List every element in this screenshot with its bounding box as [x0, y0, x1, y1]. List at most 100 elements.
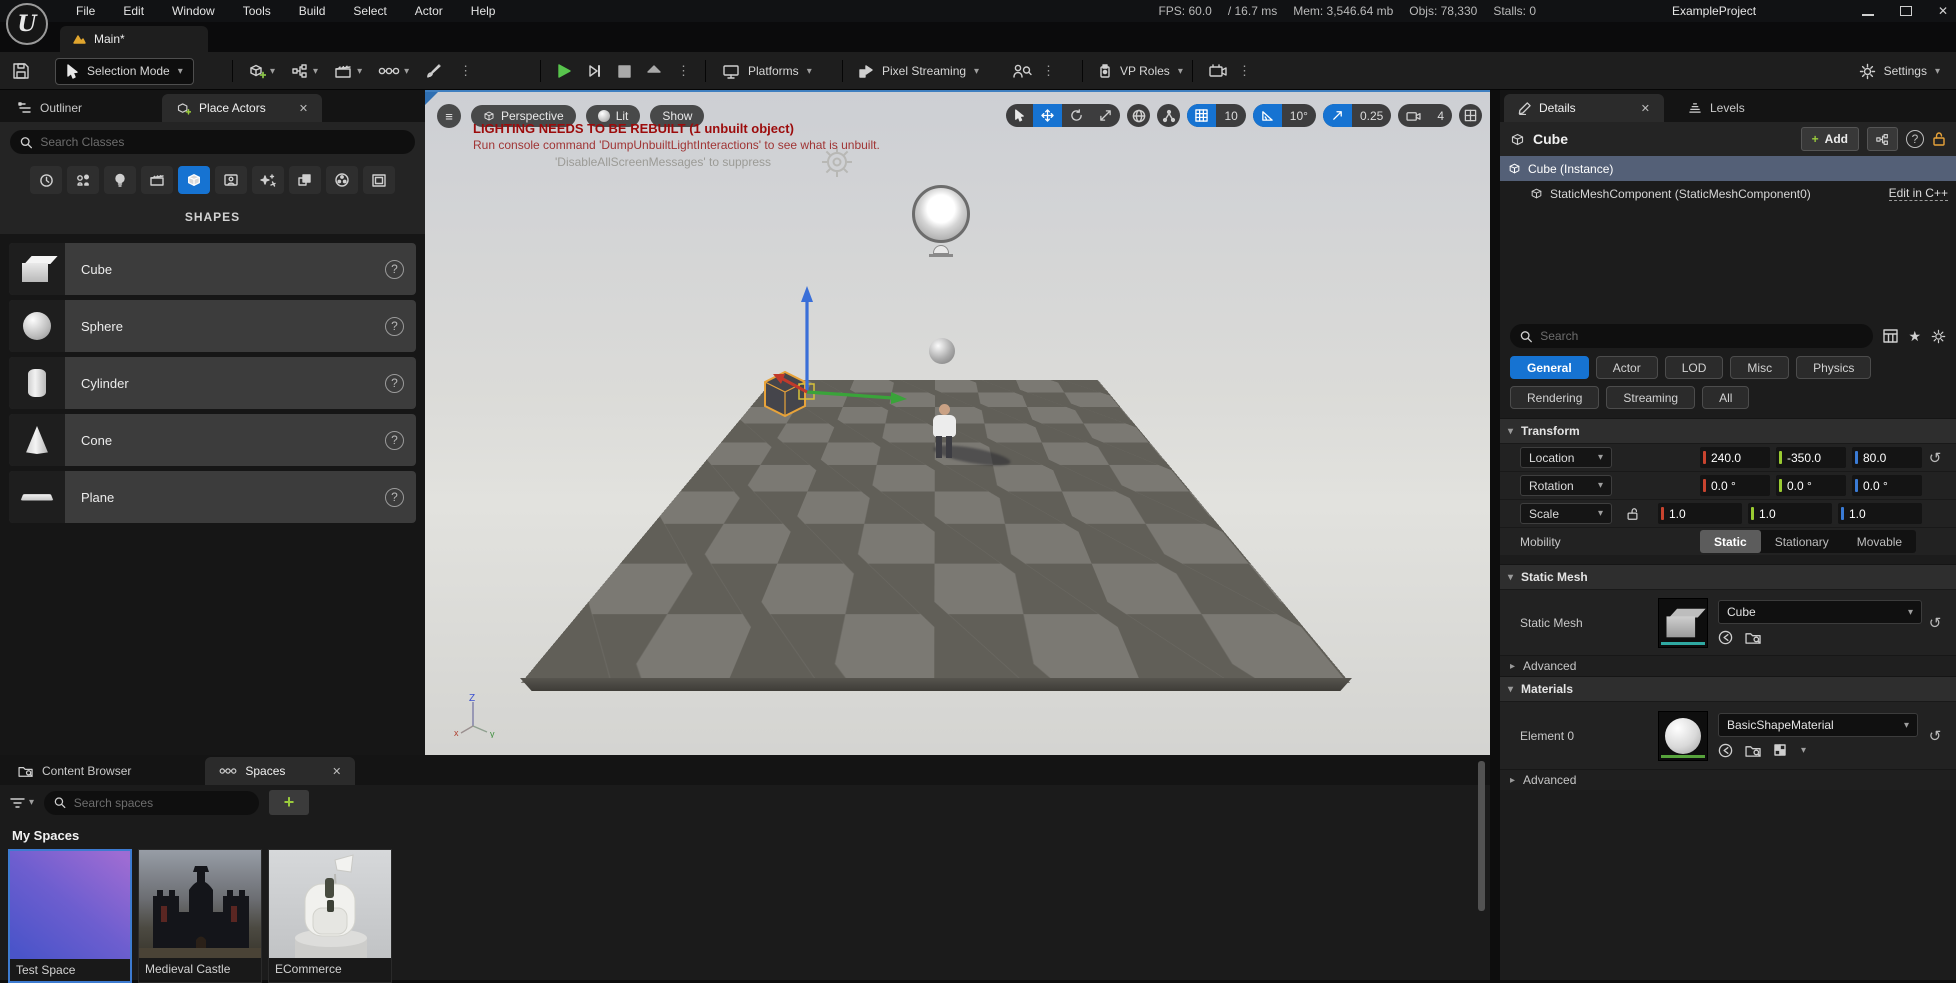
category-basic[interactable]	[67, 166, 99, 194]
static-mesh-asset-dropdown[interactable]: Cube ▾	[1718, 600, 1922, 624]
maximize-viewport-button[interactable]	[1459, 104, 1482, 127]
add-component-button[interactable]: + Add	[1801, 127, 1859, 151]
stop-button[interactable]	[618, 65, 631, 78]
static-mesh-advanced-row[interactable]: ▸ Advanced	[1500, 655, 1956, 676]
scale-dropdown[interactable]: Scale ▾	[1520, 503, 1612, 524]
scale-x-field[interactable]: 1.0	[1658, 503, 1742, 524]
filter-rendering[interactable]: Rendering	[1510, 386, 1599, 409]
close-icon[interactable]: ✕	[299, 102, 308, 115]
help-icon[interactable]: ?	[1906, 130, 1924, 148]
close-icon[interactable]: ✕	[1938, 4, 1948, 18]
close-icon[interactable]: ✕	[1641, 102, 1650, 115]
selected-cube-actor[interactable]	[735, 274, 935, 434]
settings-dropdown[interactable]: Settings ▾	[1859, 52, 1940, 90]
scale-z-field[interactable]: 1.0	[1838, 503, 1922, 524]
filter-physics[interactable]: Physics	[1796, 356, 1871, 379]
details-search-input[interactable]	[1540, 329, 1863, 343]
category-cinematic[interactable]	[141, 166, 173, 194]
list-item-cone[interactable]: Cone ?	[9, 414, 416, 466]
scale-lock-icon[interactable]	[1626, 507, 1639, 521]
help-icon[interactable]: ?	[385, 431, 404, 450]
filter-dropdown[interactable]: ▾	[10, 797, 34, 809]
blueprints-button[interactable]: ▾	[291, 63, 318, 79]
search-spaces-input[interactable]	[74, 796, 249, 810]
scale-snap-toggle[interactable]	[1323, 104, 1352, 127]
restore-icon[interactable]	[1900, 6, 1912, 16]
reset-static-mesh-icon[interactable]: ↺	[1922, 614, 1948, 632]
platforms-dropdown[interactable]: Platforms ▾	[722, 52, 812, 90]
add-actor-button[interactable]: ▾	[248, 62, 275, 80]
menu-edit[interactable]: Edit	[111, 1, 156, 21]
material-options-icon[interactable]	[1774, 744, 1789, 757]
materials-advanced-row[interactable]: ▸ Advanced	[1500, 769, 1956, 790]
menu-tools[interactable]: Tools	[231, 1, 283, 21]
collaboration-icon[interactable]	[1012, 63, 1032, 79]
category-lights[interactable]	[104, 166, 136, 194]
category-all-classes[interactable]	[363, 166, 395, 194]
vp-roles-dropdown[interactable]: VP Roles ▾	[1098, 52, 1183, 90]
category-volumes[interactable]	[326, 166, 358, 194]
list-item-sphere[interactable]: Sphere ?	[9, 300, 416, 352]
player-mannequin[interactable]	[925, 404, 975, 468]
menu-help[interactable]: Help	[459, 1, 508, 21]
paint-mode-button[interactable]	[425, 63, 443, 79]
search-spaces-field[interactable]	[44, 791, 259, 815]
tab-spaces[interactable]: Spaces ✕	[205, 757, 355, 785]
location-x-field[interactable]: 240.0	[1700, 447, 1770, 468]
material-thumbnail[interactable]	[1658, 711, 1708, 761]
category-shapes[interactable]	[178, 166, 210, 194]
list-item-plane[interactable]: Plane ?	[9, 471, 416, 523]
use-selected-icon[interactable]	[1718, 743, 1733, 758]
search-classes-field[interactable]	[10, 130, 415, 154]
mobility-static[interactable]: Static	[1700, 530, 1761, 553]
cinematics-button[interactable]: ▾	[334, 63, 362, 79]
static-mesh-thumbnail[interactable]	[1658, 598, 1708, 648]
transform-section-header[interactable]: ▾ Transform	[1500, 418, 1956, 443]
filter-actor[interactable]: Actor	[1596, 356, 1658, 379]
level-viewport[interactable]: ≡ Perspective Lit Show LIGHTING NEEDS TO…	[425, 90, 1490, 755]
world-space-toggle[interactable]	[1127, 104, 1150, 127]
edit-blueprint-button[interactable]	[1867, 127, 1898, 151]
collaboration-options-icon[interactable]: ⋮	[1042, 63, 1056, 79]
tab-place-actors[interactable]: Place Actors ✕	[162, 94, 322, 122]
edit-in-cpp-link[interactable]: Edit in C++	[1889, 186, 1948, 201]
space-card-test-space[interactable]: Test Space	[8, 849, 132, 983]
filter-streaming[interactable]: Streaming	[1606, 386, 1695, 409]
location-y-field[interactable]: -350.0	[1776, 447, 1846, 468]
gizmo-y-arrow[interactable]	[807, 392, 907, 404]
panel-divider[interactable]	[1490, 90, 1500, 980]
use-selected-icon[interactable]	[1718, 630, 1733, 645]
tab-details[interactable]: Details ✕	[1504, 94, 1664, 122]
tab-levels[interactable]: Levels	[1674, 94, 1759, 122]
tab-outliner[interactable]: Outliner	[4, 94, 96, 122]
menu-select[interactable]: Select	[341, 1, 398, 21]
selection-mode-dropdown[interactable]: Selection Mode ▾	[55, 58, 194, 85]
component-row-cube-instance[interactable]: Cube (Instance)	[1500, 156, 1956, 181]
rotation-dropdown[interactable]: Rotation ▾	[1520, 475, 1612, 496]
list-item-cube[interactable]: Cube ?	[9, 243, 416, 295]
mobility-stationary[interactable]: Stationary	[1761, 530, 1843, 553]
virtual-camera-icon[interactable]	[1208, 63, 1228, 79]
menu-window[interactable]: Window	[160, 1, 227, 21]
location-z-field[interactable]: 80.0	[1852, 447, 1922, 468]
category-visual-effects[interactable]	[252, 166, 284, 194]
rotation-y-field[interactable]: 0.0 °	[1776, 475, 1846, 496]
pixel-streaming-dropdown[interactable]: Pixel Streaming ▾	[858, 52, 979, 90]
scale-y-field[interactable]: 1.0	[1748, 503, 1832, 524]
sequencer-button[interactable]: ▾	[378, 65, 409, 77]
help-icon[interactable]: ?	[385, 488, 404, 507]
reset-material-icon[interactable]: ↺	[1922, 727, 1948, 745]
rotation-x-field[interactable]: 0.0 °	[1700, 475, 1770, 496]
toolbar-overflow-icon[interactable]: ⋮	[459, 63, 473, 79]
favorites-star-icon[interactable]: ★	[1908, 328, 1921, 345]
category-recent[interactable]	[30, 166, 62, 194]
skip-frame-button[interactable]	[587, 63, 603, 79]
gear-icon[interactable]	[1931, 329, 1946, 344]
help-icon[interactable]: ?	[385, 374, 404, 393]
scale-snap-value[interactable]: 0.25	[1352, 104, 1391, 127]
browse-to-asset-icon[interactable]	[1745, 631, 1762, 645]
filter-lod[interactable]: LOD	[1665, 356, 1724, 379]
rotation-snap-toggle[interactable]	[1253, 104, 1282, 127]
help-icon[interactable]: ?	[385, 317, 404, 336]
component-row-static-mesh[interactable]: StaticMeshComponent (StaticMeshComponent…	[1500, 181, 1956, 206]
